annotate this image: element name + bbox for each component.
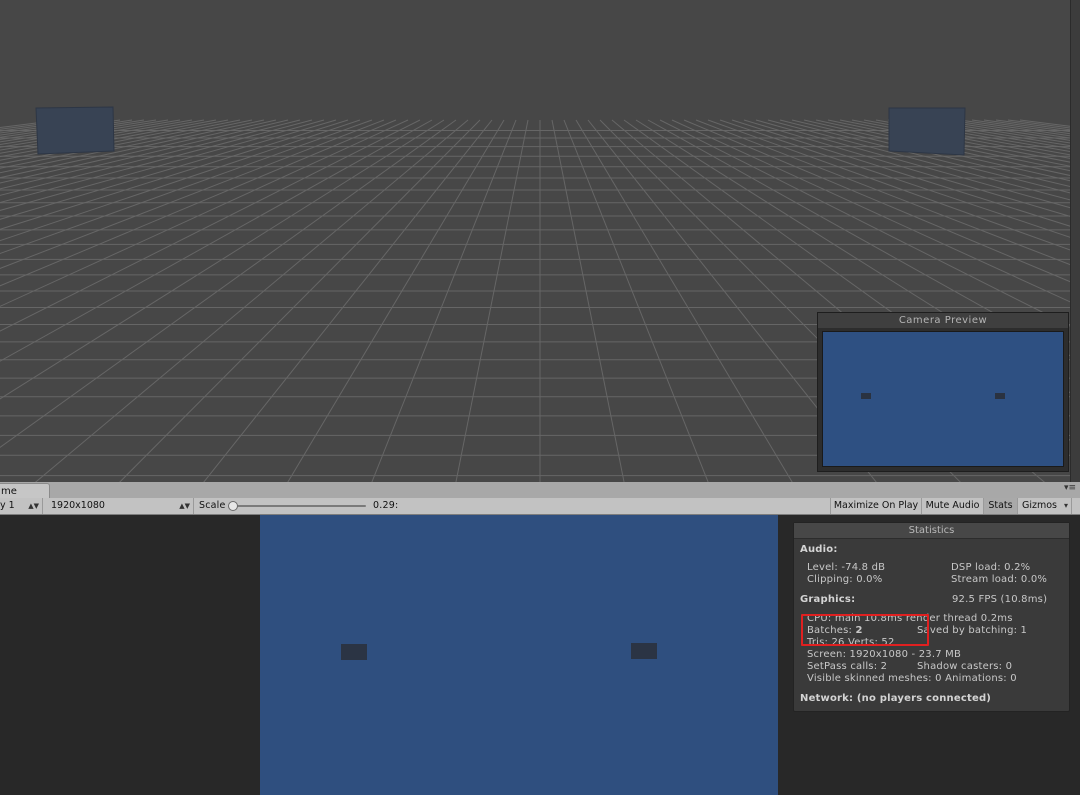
grid-line: [0, 119, 61, 129]
camera-preview-panel: Camera Preview: [817, 312, 1069, 472]
camera-preview-cube-left: [861, 393, 871, 399]
grid-line: [119, 119, 481, 482]
dropdown-arrow-icon: ▲▼: [28, 502, 39, 510]
highlight-annotation-box: [801, 614, 929, 646]
display-label: y 1: [0, 500, 15, 511]
maximize-on-play-label: Maximize On Play: [833, 500, 919, 511]
display-dropdown[interactable]: y 1 ▲▼: [0, 498, 43, 514]
gizmos-dropdown[interactable]: Gizmos ▾: [1018, 498, 1072, 514]
grid-line: [551, 119, 625, 482]
grid-line: [34, 119, 469, 482]
network-status: Network: (no players connected): [800, 693, 992, 704]
stats-label: Stats: [988, 500, 1013, 511]
grid-line: [0, 119, 277, 184]
camera-preview-render: [822, 331, 1064, 467]
scale-label: Scale: [199, 500, 226, 511]
grid-line: [0, 119, 373, 255]
mute-audio-button[interactable]: Mute Audio: [922, 498, 984, 514]
graphics-setpass: SetPass calls: 2: [807, 661, 888, 672]
scale-slider-track[interactable]: [232, 505, 366, 507]
audio-level: Level: -74.8 dB: [807, 562, 886, 573]
scale-value: 0.29:: [373, 500, 399, 511]
game-cube-right: [631, 643, 657, 659]
scene-vertical-scrollbar[interactable]: [1070, 0, 1080, 482]
grid-line: [0, 119, 133, 141]
audio-dsp-load: DSP load: 0.2%: [951, 562, 1031, 573]
game-cube-left: [341, 644, 367, 660]
scene-view[interactable]: Camera Preview: [0, 0, 1080, 482]
tab-game[interactable]: me: [0, 483, 50, 498]
grid-line: [0, 119, 325, 211]
graphics-fps: 92.5 FPS (10.8ms): [952, 594, 1048, 605]
camera-preview-title: Camera Preview: [818, 313, 1068, 328]
grid-line: [0, 119, 229, 165]
graphics-screen: Screen: 1920x1080 - 23.7 MB: [807, 649, 962, 660]
graphics-visible-skinned: Visible skinned meshes: 0 Animations: 0: [807, 673, 1017, 684]
game-tab-bar: me ▾≡: [0, 482, 1080, 499]
game-toolbar: y 1 ▲▼ 1920x1080 ▲▼ Scale 0.29: Maximize…: [0, 498, 1080, 515]
resolution-label: 1920x1080: [51, 500, 105, 511]
tab-menu-icon[interactable]: ▾≡: [1064, 483, 1076, 493]
grid-line: [0, 119, 457, 448]
scene-cube-left: [35, 106, 115, 155]
grid-line: [0, 119, 145, 143]
grid-line: [0, 119, 337, 220]
dropdown-arrow-icon: ▲▼: [179, 502, 190, 510]
grid-line: [0, 119, 361, 242]
maximize-on-play-button[interactable]: Maximize On Play: [830, 498, 922, 514]
grid-line: [0, 119, 433, 362]
audio-stream-load: Stream load: 0.0%: [951, 574, 1048, 585]
graphics-shadow-casters: Shadow casters: 0: [917, 661, 1013, 672]
chevron-down-icon: ▾: [1063, 501, 1068, 510]
audio-clipping: Clipping: 0.0%: [807, 574, 883, 585]
graphics-heading: Graphics:: [800, 594, 856, 605]
scene-cube-right: [888, 107, 966, 156]
grid-line: [0, 119, 301, 196]
graphics-saved-by-batching: Saved by batching: 1: [917, 625, 1028, 636]
scale-slider-thumb[interactable]: [228, 501, 238, 511]
grid-line: [455, 119, 529, 482]
camera-preview-cube-right: [995, 393, 1005, 399]
gizmos-label: Gizmos: [1022, 500, 1058, 511]
resolution-dropdown[interactable]: 1920x1080 ▲▼: [46, 498, 194, 514]
statistics-title: Statistics: [794, 523, 1069, 539]
audio-heading: Audio:: [800, 544, 838, 555]
grid-line: [0, 119, 385, 269]
grid-line: [0, 119, 157, 146]
stats-button[interactable]: Stats: [984, 498, 1018, 514]
game-render-area: [260, 515, 778, 795]
mute-audio-label: Mute Audio: [925, 500, 980, 511]
grid-line: [0, 119, 193, 154]
